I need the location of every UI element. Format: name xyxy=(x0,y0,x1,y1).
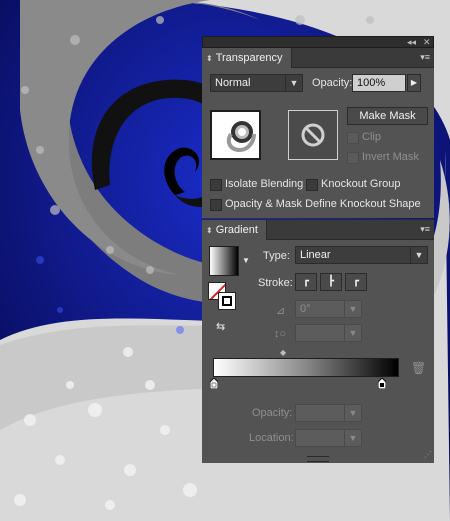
dropdown-arrow-icon[interactable]: ▼ xyxy=(344,301,361,317)
knockout-group-label: Knockout Group xyxy=(321,178,401,190)
transparency-tabbar: ⬍ Transparency ▾≡ xyxy=(202,48,434,68)
invert-mask-checkbox[interactable] xyxy=(347,152,359,164)
trash-icon[interactable]: 🗑 xyxy=(411,361,426,375)
collapse-icon[interactable]: ◂◂ xyxy=(407,37,416,47)
panel-menu-icon[interactable]: ▾≡ xyxy=(420,52,430,63)
make-mask-button[interactable]: Make Mask xyxy=(347,107,428,125)
location-label: Location: xyxy=(249,432,294,444)
stroke-label: Stroke: xyxy=(258,277,293,289)
gradient-swatch-icon[interactable] xyxy=(209,246,239,276)
stroke-swatch-icon[interactable] xyxy=(218,292,236,310)
knockout-group-checkbox[interactable] xyxy=(306,179,318,191)
panel-group-titlebar[interactable]: ◂◂ ✕ xyxy=(202,36,434,48)
corner-grip-icon[interactable]: ⋰ xyxy=(424,450,432,459)
color-stop-icon[interactable] xyxy=(377,377,387,390)
close-icon[interactable]: ✕ xyxy=(423,37,431,47)
mask-thumbnail[interactable] xyxy=(288,110,338,160)
stop-opacity-input[interactable]: ▼ xyxy=(295,404,362,422)
spiral-thumbnail-icon xyxy=(226,121,256,153)
opacity-mask-knockout-checkbox[interactable] xyxy=(210,199,222,211)
blend-mode-value: Normal xyxy=(215,77,251,89)
make-mask-label: Make Mask xyxy=(359,110,416,122)
transparency-panel: ⬍ Transparency ▾≡ Normal ▼ Opacity: 100% … xyxy=(202,48,434,218)
angle-icon: ⊿ xyxy=(276,305,286,317)
clip-label: Clip xyxy=(362,131,381,143)
stop-opacity-label: Opacity: xyxy=(252,407,293,419)
next-arrow-icon[interactable]: ▶ xyxy=(407,74,421,92)
clip-checkbox[interactable] xyxy=(347,132,359,144)
color-stop-icon[interactable] xyxy=(209,377,219,390)
dropdown-arrow-icon[interactable]: ▼ xyxy=(344,430,361,446)
opacity-label: Opacity: xyxy=(312,77,353,89)
dropdown-arrow-icon[interactable]: ▼ xyxy=(242,256,250,265)
no-mask-icon xyxy=(301,123,325,147)
tab-collapse-arrows-icon[interactable]: ⬍ xyxy=(206,54,213,63)
gradient-type-select[interactable]: Linear ▼ xyxy=(295,246,428,264)
opacity-mask-knockout-label: Opacity & Mask Define Knockout Shape xyxy=(225,198,421,210)
dropdown-arrow-icon[interactable]: ▼ xyxy=(344,405,361,421)
angle-input[interactable]: 0° ▼ xyxy=(295,300,362,318)
stroke-gradient-across-button[interactable]: ┏ xyxy=(345,273,367,291)
stroke-gradient-along-button[interactable]: ┣ xyxy=(320,273,342,291)
panel-menu-icon[interactable]: ▾≡ xyxy=(420,224,430,235)
location-input[interactable]: ▼ xyxy=(295,429,362,447)
aspect-ratio-input[interactable]: ▼ xyxy=(295,324,362,342)
transparency-title: Transparency xyxy=(215,52,283,64)
tab-collapse-arrows-icon[interactable]: ⬍ xyxy=(206,226,213,235)
midpoint-icon[interactable]: ◆ xyxy=(280,348,286,357)
dropdown-arrow-icon[interactable]: ▼ xyxy=(410,247,427,263)
reverse-gradient-icon[interactable]: ⇆ xyxy=(216,320,225,333)
aspect-ratio-icon: ↕○ xyxy=(274,328,287,340)
blend-mode-select[interactable]: Normal ▼ xyxy=(210,74,303,92)
invert-mask-label: Invert Mask xyxy=(362,151,419,163)
gradient-title: Gradient xyxy=(215,224,258,236)
stroke-gradient-within-button[interactable]: ┏ xyxy=(295,273,317,291)
gradient-type-value: Linear xyxy=(300,249,331,261)
opacity-input[interactable]: 100% xyxy=(352,74,406,92)
type-label: Type: xyxy=(263,250,290,262)
gradient-tabbar: ⬍ Gradient ▾≡ xyxy=(202,220,434,240)
opacity-value: 100% xyxy=(357,77,386,89)
gradient-panel: ⬍ Gradient ▾≡ ▼ ⇆ Type: Linear ▼ Stroke: … xyxy=(202,219,434,463)
isolate-blending-checkbox[interactable] xyxy=(210,179,222,191)
dropdown-arrow-icon[interactable]: ▼ xyxy=(344,325,361,341)
tab-gradient[interactable]: ⬍ Gradient xyxy=(202,220,267,240)
dropdown-arrow-icon[interactable]: ▼ xyxy=(285,75,302,91)
angle-value: 0° xyxy=(300,303,311,315)
tab-transparency[interactable]: ⬍ Transparency xyxy=(202,48,292,68)
gradient-slider[interactable] xyxy=(213,358,399,377)
resize-grip[interactable] xyxy=(307,456,329,462)
isolate-blending-label: Isolate Blending xyxy=(225,178,304,190)
object-thumbnail[interactable] xyxy=(210,110,261,160)
